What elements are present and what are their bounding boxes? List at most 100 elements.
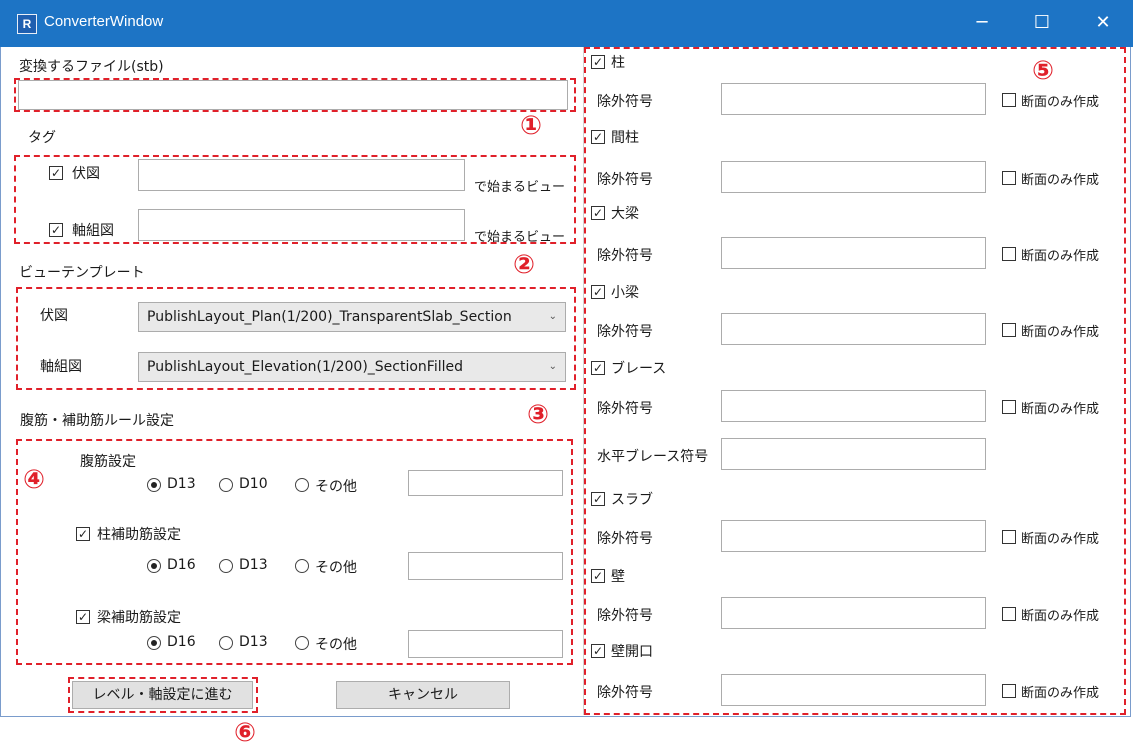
element-label-5: スラブ [611,492,653,508]
app-icon: R [17,14,37,34]
template-plan-select[interactable]: PublishLayout_Plan(1/200)_TransparentSla… [138,302,566,332]
web-rebar-option-d13: D13 [167,476,196,492]
template-label: ビューテンプレート [19,265,145,281]
template-elevation-label: 軸組図 [40,359,82,375]
exclude-input-2[interactable] [721,237,986,269]
beam-aux-rebar-checkbox[interactable]: ✓ [76,610,90,624]
annotation-marker-1: ① [520,111,543,141]
section-only-checkbox-5[interactable] [1002,530,1016,544]
element-checkbox-4[interactable]: ✓ [591,361,605,375]
exclude-label-0: 除外符号 [597,94,653,110]
chevron-down-icon: ⌄ [548,361,557,372]
tag-elevation-checkbox[interactable]: ✓ [49,223,63,237]
section-only-checkbox-7[interactable] [1002,684,1016,698]
cancel-button[interactable]: キャンセル [336,681,510,709]
chevron-down-icon: ⌄ [548,311,557,322]
template-elevation-select[interactable]: PublishLayout_Elevation(1/200)_SectionFi… [138,352,566,382]
maximize-button[interactable]: ☐ [1022,9,1062,37]
exclude-input-1[interactable] [721,161,986,193]
exclude-label-1: 除外符号 [597,172,653,188]
tag-plan-input[interactable] [138,159,465,191]
exclude-input-0[interactable] [721,83,986,115]
beam-aux-rebar-label: 梁補助筋設定 [97,610,181,626]
annotation-marker-4: ④ [23,465,46,495]
tag-plan-suffix: で始まるビュー [474,180,566,195]
tag-plan-checkbox[interactable]: ✓ [49,166,63,180]
section-only-label-2: 断面のみ作成 [1021,249,1100,264]
element-checkbox-7[interactable]: ✓ [591,644,605,658]
section-only-checkbox-0[interactable] [1002,93,1016,107]
element-label-6: 壁 [611,569,625,585]
beam-aux-option-other: その他 [315,637,357,653]
tag-elevation-input[interactable] [138,209,465,241]
tag-elevation-suffix: で始まるビュー [474,230,566,245]
element-checkbox-5[interactable]: ✓ [591,492,605,506]
element-label-0: 柱 [611,55,625,71]
section-only-label-6: 断面のみ作成 [1021,609,1100,624]
tag-plan-label: 伏図 [72,166,100,182]
exclude-input-5[interactable] [721,520,986,552]
web-rebar-option-other: その他 [315,479,357,495]
element-label-7: 壁開口 [611,644,653,660]
minimize-button[interactable]: ─ [962,9,1002,37]
rebar-label: 腹筋・補助筋ルール設定 [20,413,174,429]
section-only-checkbox-1[interactable] [1002,171,1016,185]
exclude-input-7[interactable] [721,674,986,706]
section-only-label-0: 断面のみ作成 [1021,95,1100,110]
section-only-checkbox-2[interactable] [1002,247,1016,261]
column-aux-radio-other[interactable] [295,559,309,573]
element-checkbox-0[interactable]: ✓ [591,55,605,69]
column-aux-other-input[interactable] [408,552,563,580]
column-aux-radio-d16[interactable] [147,559,161,573]
annotation-marker-3: ③ [527,400,550,430]
beam-aux-radio-other[interactable] [295,636,309,650]
element-checkbox-2[interactable]: ✓ [591,206,605,220]
element-label-2: 大梁 [611,206,639,222]
web-rebar-other-input[interactable] [408,470,563,496]
horizontal-brace-input[interactable] [721,438,986,470]
template-plan-value: PublishLayout_Plan(1/200)_TransparentSla… [147,309,512,325]
annotation-marker-5: ⑤ [1032,56,1055,86]
section-only-label-4: 断面のみ作成 [1021,402,1100,417]
web-rebar-radio-d10[interactable] [219,478,233,492]
column-aux-radio-d13[interactable] [219,559,233,573]
web-rebar-option-d10: D10 [239,476,268,492]
section-only-label-7: 断面のみ作成 [1021,686,1100,701]
section-only-label-3: 断面のみ作成 [1021,325,1100,340]
exclude-label-4: 除外符号 [597,401,653,417]
column-aux-option-other: その他 [315,560,357,576]
element-checkbox-3[interactable]: ✓ [591,285,605,299]
column-aux-rebar-checkbox[interactable]: ✓ [76,527,90,541]
exclude-label-3: 除外符号 [597,324,653,340]
tag-label: タグ [28,130,56,146]
element-checkbox-6[interactable]: ✓ [591,569,605,583]
section-only-checkbox-3[interactable] [1002,323,1016,337]
exclude-label-6: 除外符号 [597,608,653,624]
beam-aux-radio-d13[interactable] [219,636,233,650]
element-label-4: ブレース [611,361,667,377]
web-rebar-radio-d13[interactable] [147,478,161,492]
exclude-input-3[interactable] [721,313,986,345]
template-elevation-value: PublishLayout_Elevation(1/200)_SectionFi… [147,359,464,375]
column-aux-option-d16: D16 [167,557,196,573]
web-rebar-label: 腹筋設定 [80,454,136,470]
beam-aux-radio-d16[interactable] [147,636,161,650]
close-button[interactable]: ✕ [1083,9,1123,37]
section-only-checkbox-6[interactable] [1002,607,1016,621]
annotation-box-next [68,677,258,713]
column-aux-option-d13: D13 [239,557,268,573]
beam-aux-option-d13: D13 [239,634,268,650]
exclude-input-4[interactable] [721,390,986,422]
exclude-input-6[interactable] [721,597,986,629]
annotation-marker-6: ⑥ [234,718,257,748]
tag-elevation-label: 軸組図 [72,223,114,239]
element-label-3: 小梁 [611,285,639,301]
element-checkbox-1[interactable]: ✓ [591,130,605,144]
section-only-label-5: 断面のみ作成 [1021,532,1100,547]
beam-aux-other-input[interactable] [408,630,563,658]
web-rebar-radio-other[interactable] [295,478,309,492]
exclude-label-5: 除外符号 [597,531,653,547]
element-label-1: 間柱 [611,130,639,146]
section-only-checkbox-4[interactable] [1002,400,1016,414]
annotation-marker-2: ② [513,250,536,280]
